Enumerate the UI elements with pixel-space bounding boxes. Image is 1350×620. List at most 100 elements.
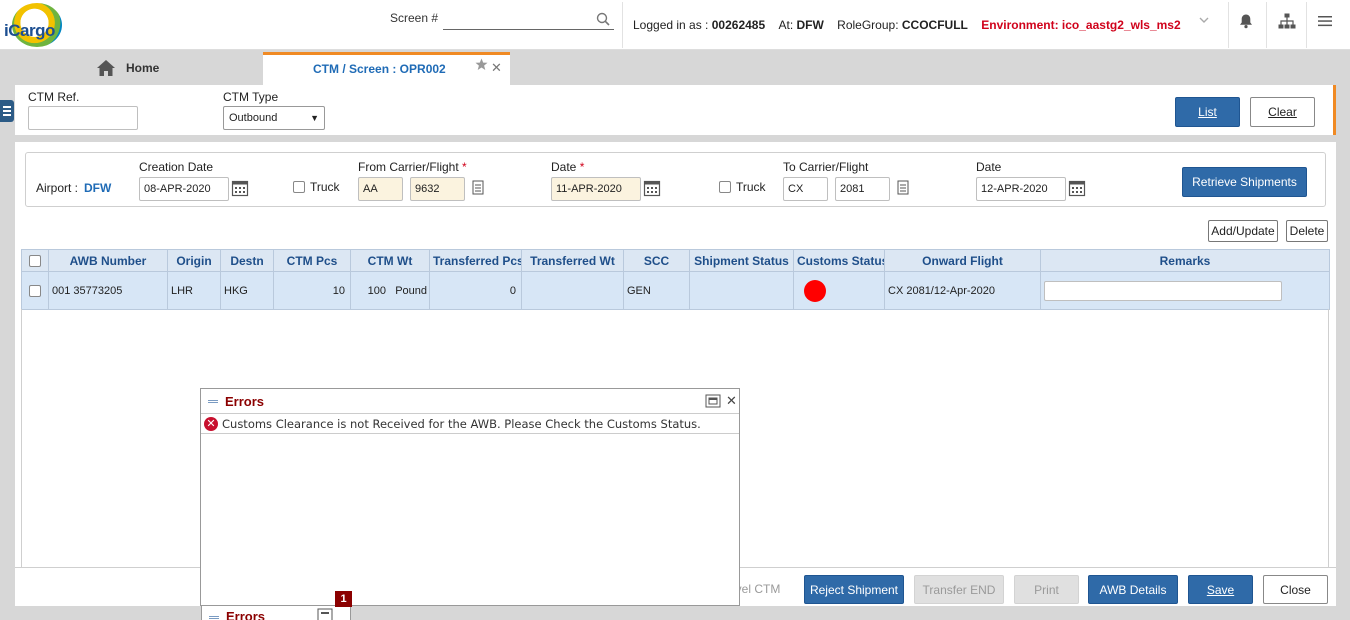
side-panel-toggle[interactable] [0, 100, 14, 122]
remarks-input[interactable] [1044, 280, 1282, 301]
col-header[interactable]: Customs Status [793, 249, 885, 272]
retrieve-shipments-button[interactable]: Retrieve Shipments [1182, 167, 1307, 197]
reject-shipment-label: Reject Shipment [809, 583, 899, 597]
calendar-icon[interactable] [642, 178, 662, 198]
top-bar: iCargo Screen # Logged in as : 00262485 … [0, 0, 1350, 50]
to-date-input[interactable] [976, 177, 1066, 201]
shipment-status-cell [689, 271, 794, 310]
retrieve-shipments-label: Retrieve Shipments [1192, 175, 1297, 189]
col-header[interactable]: Onward Flight [884, 249, 1041, 272]
save-button-label: Save [1206, 583, 1235, 597]
clear-button[interactable]: Clear [1250, 97, 1315, 127]
save-button[interactable]: Save [1188, 575, 1253, 604]
error-message-text: Customs Clearance is not Received for th… [222, 417, 701, 431]
restore-window-icon[interactable] [705, 394, 721, 408]
col-header[interactable]: Shipment Status [689, 249, 794, 272]
to-flight-input[interactable] [835, 177, 890, 201]
from-date-input[interactable] [551, 177, 641, 201]
from-flight-input[interactable] [410, 177, 465, 201]
print-button[interactable]: Print [1014, 575, 1079, 604]
col-header[interactable]: Transferred Wt [521, 249, 624, 272]
to-carrier-input[interactable] [783, 177, 828, 201]
errors-minimized-window[interactable]: Errors [201, 605, 351, 620]
row-checkbox[interactable] [29, 284, 41, 297]
col-header[interactable]: Transferred Pcs [429, 249, 522, 272]
ctm-wt-unit: Pound [395, 284, 427, 297]
add-update-button[interactable]: Add/Update [1208, 220, 1278, 242]
ctm-search-panel [15, 85, 1336, 135]
calendar-icon[interactable] [1067, 178, 1087, 198]
table-row[interactable]: 001 35773205 LHR HKG 10 100 Pound 0 GEN … [21, 271, 1330, 310]
collapse-icon[interactable] [209, 616, 219, 619]
transferred-pcs-cell: 0 [429, 271, 522, 310]
tab-home[interactable]: Home [96, 57, 159, 79]
icargo-logo[interactable]: iCargo [2, 3, 64, 47]
chevron-down-icon[interactable] [1198, 14, 1210, 26]
date-to-label: Date [976, 160, 1002, 174]
select-all-header[interactable] [21, 249, 49, 272]
search-icon[interactable] [596, 12, 610, 26]
ctm-type-select[interactable]: Outbound ▼ [223, 106, 325, 130]
col-header[interactable]: CTM Wt [350, 249, 430, 272]
truck-checkbox-from[interactable] [293, 181, 305, 193]
flight-lookup-icon[interactable] [472, 180, 484, 195]
col-header[interactable]: Remarks [1040, 249, 1330, 272]
to-carrier-flight-label: To Carrier/Flight [783, 160, 869, 174]
delete-button[interactable]: Delete [1286, 220, 1328, 242]
ctm-wt-cell: 100 Pound [350, 271, 430, 310]
restore-window-icon[interactable] [317, 608, 333, 620]
col-header[interactable]: Origin [167, 249, 221, 272]
airport-label: Airport : [36, 181, 79, 195]
scc-cell: GEN [623, 271, 690, 310]
row-select-cell[interactable] [21, 271, 49, 310]
collapse-icon[interactable] [208, 400, 218, 403]
awb-details-button[interactable]: AWB Details [1088, 575, 1178, 604]
errors-title: Errors [225, 394, 265, 409]
list-button-label: List [1198, 105, 1217, 119]
home-icon [97, 60, 115, 76]
customs-status-indicator-icon [804, 279, 826, 302]
rolegroup-label: RoleGroup: [837, 18, 899, 32]
close-dialog-icon[interactable]: ✕ [726, 393, 737, 409]
remarks-cell [1040, 271, 1330, 310]
tab-bar: Home CTM / Screen : OPR002 ✕ [0, 50, 1350, 85]
col-header[interactable]: SCC [623, 249, 690, 272]
list-button[interactable]: List [1175, 97, 1240, 127]
logged-in-label: Logged in as : [633, 18, 709, 32]
clear-button-label: Clear [1268, 105, 1297, 119]
hamburger-menu-icon[interactable] [1318, 14, 1332, 28]
date-from-label: Date * [551, 160, 585, 174]
from-carrier-input[interactable] [358, 177, 403, 201]
close-tab-icon[interactable]: ✕ [491, 60, 502, 76]
flight-lookup-icon[interactable] [897, 180, 909, 195]
screen-label: Screen # [390, 11, 439, 25]
star-icon[interactable] [475, 58, 488, 71]
tab-ctm-screen[interactable]: CTM / Screen : OPR002 ✕ [263, 52, 510, 85]
sitemap-icon[interactable] [1278, 13, 1296, 29]
shipments-table: AWB Number Origin Destn CTM Pcs CTM Wt T… [21, 249, 1330, 310]
col-header[interactable]: CTM Pcs [273, 249, 351, 272]
error-count-badge: 1 [335, 591, 352, 607]
col-header[interactable]: Destn [220, 249, 274, 272]
reject-shipment-button[interactable]: Reject Shipment [804, 575, 904, 604]
bell-icon[interactable] [1238, 13, 1254, 29]
ctm-wt-value: 100 [367, 284, 387, 297]
select-all-checkbox[interactable] [29, 255, 41, 268]
creation-date-input[interactable] [139, 177, 229, 201]
truck-label-from: Truck [310, 180, 340, 194]
ctm-pcs-cell: 10 [273, 271, 351, 310]
col-header[interactable]: AWB Number [48, 249, 168, 272]
screen-search-input[interactable] [443, 10, 614, 30]
error-icon: ✕ [204, 417, 218, 431]
truck-checkbox-to[interactable] [719, 181, 731, 193]
close-button[interactable]: Close [1263, 575, 1328, 604]
ctm-ref-input[interactable] [28, 106, 138, 130]
table-header-row: AWB Number Origin Destn CTM Pcs CTM Wt T… [21, 249, 1330, 272]
user-id: 00262485 [711, 18, 766, 32]
calendar-icon[interactable] [230, 178, 250, 198]
transfer-end-button[interactable]: Transfer END [914, 575, 1004, 604]
transferred-wt-cell [521, 271, 624, 310]
from-carrier-flight-label: From Carrier/Flight * [358, 160, 467, 174]
rolegroup-value: CCOCFULL [901, 18, 968, 32]
errors-dialog-header[interactable]: Errors ✕ [201, 389, 739, 414]
